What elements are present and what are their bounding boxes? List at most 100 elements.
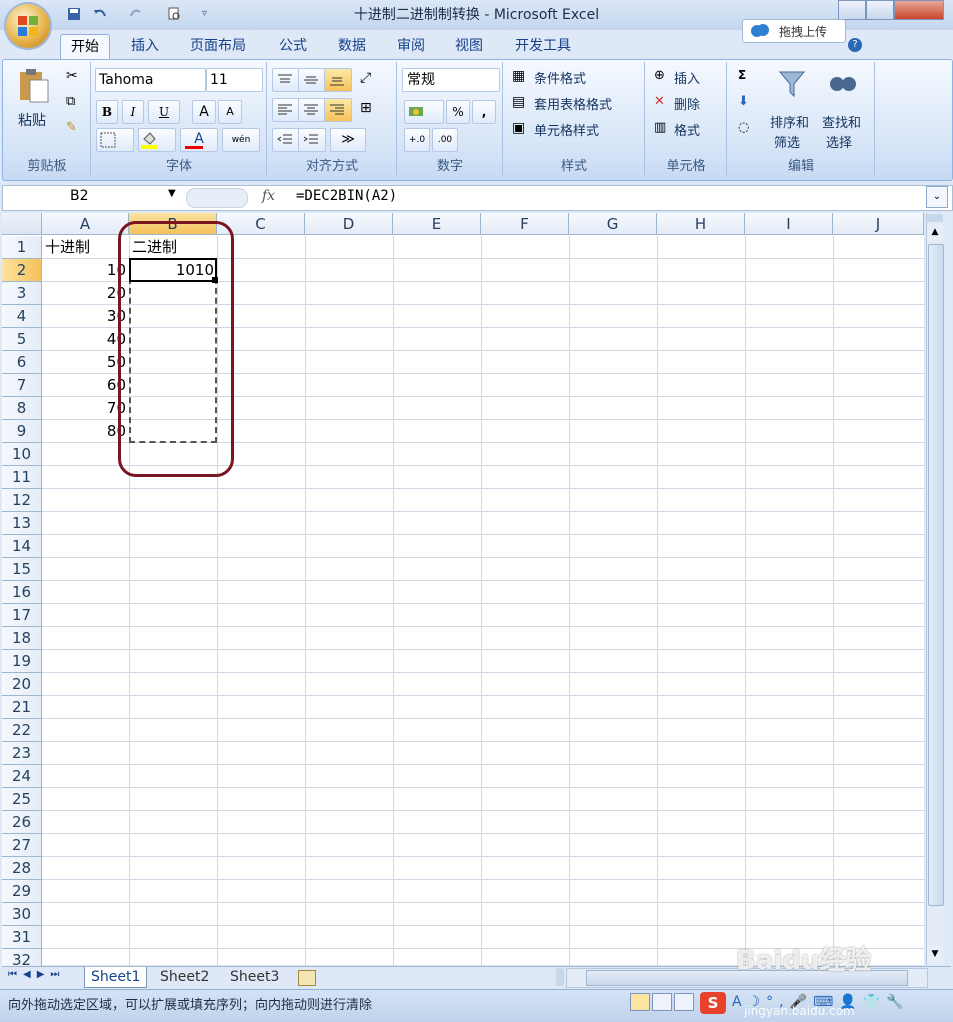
row-header[interactable]: 27 (2, 834, 42, 857)
close-button[interactable] (894, 0, 944, 20)
tab-data[interactable]: 数据 (328, 34, 376, 58)
row-header[interactable]: 30 (2, 903, 42, 926)
row-header[interactable]: 29 (2, 880, 42, 903)
align-right-button[interactable] (324, 98, 352, 122)
row-header[interactable]: 13 (2, 512, 42, 535)
name-box[interactable]: B2 ▼ (4, 186, 180, 208)
scroll-up-icon[interactable]: ▲ (927, 224, 943, 240)
row-header[interactable]: 2 (2, 259, 42, 282)
row-header[interactable]: 20 (2, 673, 42, 696)
row-header[interactable]: 19 (2, 650, 42, 673)
row-header[interactable]: 28 (2, 857, 42, 880)
row-header[interactable]: 10 (2, 443, 42, 466)
row-header[interactable]: 8 (2, 397, 42, 420)
select-all-corner[interactable] (2, 213, 42, 235)
row-header[interactable]: 7 (2, 374, 42, 397)
scroll-down-icon[interactable]: ▼ (927, 946, 943, 962)
column-header-d[interactable]: D (305, 213, 393, 235)
insert-cells-button[interactable]: 插入 (674, 68, 700, 87)
format-painter-icon[interactable]: ✎ (66, 120, 77, 135)
drag-upload-button[interactable]: 拖拽上传 (742, 19, 846, 43)
column-header-e[interactable]: E (393, 213, 481, 235)
font-size-select[interactable]: 11 (206, 68, 263, 92)
column-header-j[interactable]: J (833, 213, 924, 235)
autosum-button[interactable]: Σ (738, 68, 746, 82)
maximize-button[interactable] (866, 0, 894, 20)
increase-indent-button[interactable] (298, 128, 326, 152)
row-header[interactable]: 21 (2, 696, 42, 719)
cell-a2[interactable]: 10 (42, 259, 129, 282)
tab-developer[interactable]: 开发工具 (505, 34, 581, 58)
split-box[interactable] (927, 214, 943, 222)
formula-input[interactable]: =DEC2BIN(A2) (296, 188, 397, 204)
row-header[interactable]: 5 (2, 328, 42, 351)
fill-icon[interactable]: ⬇ (738, 94, 749, 109)
tab-insert[interactable]: 插入 (121, 34, 169, 58)
tab-page-layout[interactable]: 页面布局 (180, 34, 256, 58)
row-header[interactable]: 14 (2, 535, 42, 558)
cell-a7[interactable]: 60 (42, 374, 129, 397)
page-break-view-icon[interactable] (674, 993, 694, 1011)
align-left-button[interactable] (272, 98, 300, 122)
name-box-dropdown-icon[interactable]: ▼ (168, 188, 176, 199)
column-header-g[interactable]: G (569, 213, 657, 235)
sheet-tab-1[interactable]: Sheet1 (84, 967, 148, 988)
scroll-thumb[interactable] (928, 244, 944, 906)
row-header[interactable]: 22 (2, 719, 42, 742)
cell-a1[interactable]: 十进制 (42, 236, 129, 259)
expand-formula-bar-icon[interactable]: ⌄ (926, 186, 948, 208)
column-header-f[interactable]: F (481, 213, 569, 235)
cut-icon[interactable]: ✂ (66, 68, 78, 84)
align-top-button[interactable] (272, 68, 300, 92)
find-select-button[interactable]: 查找和 (822, 112, 861, 131)
insert-function-icon[interactable]: fx (262, 188, 275, 204)
column-header-h[interactable]: H (657, 213, 745, 235)
row-header[interactable]: 16 (2, 581, 42, 604)
minimize-button[interactable] (838, 0, 866, 20)
underline-button[interactable]: U (148, 100, 180, 124)
row-header[interactable]: 24 (2, 765, 42, 788)
paste-icon[interactable] (18, 68, 50, 104)
decrease-decimal-button[interactable]: .00 (432, 128, 458, 152)
row-header[interactable]: 9 (2, 420, 42, 443)
row-header[interactable]: 6 (2, 351, 42, 374)
row-header[interactable]: 31 (2, 926, 42, 949)
row-header[interactable]: 4 (2, 305, 42, 328)
tab-split-handle[interactable] (556, 968, 564, 986)
text-orientation-button[interactable]: ≫ (330, 128, 366, 152)
tab-view[interactable]: 视图 (445, 34, 493, 58)
italic-button[interactable]: I (122, 100, 144, 124)
cell-a4[interactable]: 30 (42, 305, 129, 328)
table-format-button[interactable]: 套用表格格式 (534, 94, 612, 113)
row-header[interactable]: 18 (2, 627, 42, 650)
paste-button[interactable]: 粘贴 (18, 110, 46, 130)
percent-button[interactable]: % (446, 100, 470, 124)
conditional-format-button[interactable]: 条件格式 (534, 68, 586, 87)
merge-center-icon[interactable]: ⊞ (360, 100, 372, 116)
tab-formulas[interactable]: 公式 (269, 34, 317, 58)
align-middle-button[interactable] (298, 68, 326, 92)
bold-button[interactable]: B (96, 100, 118, 124)
number-format-select[interactable]: 常规 (402, 68, 500, 92)
tab-home[interactable]: 开始 (60, 34, 110, 59)
font-color-button[interactable]: A (180, 128, 218, 152)
grow-font-button[interactable]: A (192, 100, 216, 124)
column-header-a[interactable]: A (42, 213, 129, 235)
fill-color-button[interactable] (138, 128, 176, 152)
align-center-button[interactable] (298, 98, 326, 122)
sheet-tab-3[interactable]: Sheet3 (224, 967, 285, 987)
office-button[interactable] (6, 4, 50, 48)
comma-button[interactable]: , (472, 100, 496, 124)
row-header[interactable]: 1 (2, 236, 42, 259)
row-header[interactable]: 26 (2, 811, 42, 834)
sogou-ime-icon[interactable]: S (700, 992, 726, 1014)
normal-view-icon[interactable] (630, 993, 650, 1011)
page-layout-view-icon[interactable] (652, 993, 672, 1011)
row-header[interactable]: 17 (2, 604, 42, 627)
border-button[interactable] (96, 128, 134, 152)
row-header[interactable]: 23 (2, 742, 42, 765)
increase-decimal-button[interactable]: +.0 (404, 128, 430, 152)
shrink-font-button[interactable]: A (218, 100, 242, 124)
cell-style-button[interactable]: 单元格样式 (534, 120, 599, 139)
tab-review[interactable]: 审阅 (387, 34, 435, 58)
